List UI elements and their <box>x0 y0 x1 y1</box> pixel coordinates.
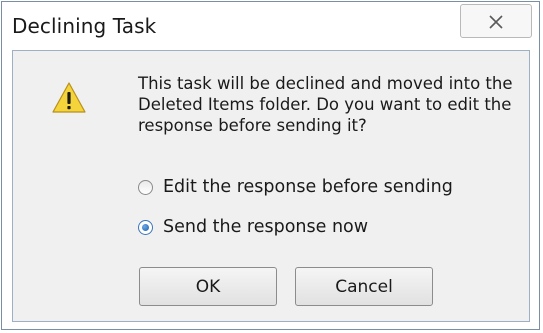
dialog-content: This task will be declined and moved int… <box>12 50 530 322</box>
warning-icon <box>52 82 86 113</box>
close-icon <box>489 15 503 29</box>
radio-send-now[interactable] <box>138 219 153 235</box>
cancel-button[interactable]: Cancel <box>295 267 433 306</box>
close-button[interactable] <box>460 4 532 38</box>
dialog-message: This task will be declined and moved int… <box>138 74 513 135</box>
title-bar[interactable]: Declining Task <box>2 2 539 50</box>
option-send-now-label[interactable]: Send the response now <box>163 217 368 237</box>
dialog-window: Declining Task This task will be decline… <box>1 1 540 330</box>
ok-button[interactable]: OK <box>139 267 277 306</box>
option-edit-response-label[interactable]: Edit the response before sending <box>163 177 453 197</box>
option-edit-response[interactable]: Edit the response before sending <box>138 175 453 199</box>
radio-edit-response[interactable] <box>138 179 153 195</box>
option-send-now[interactable]: Send the response now <box>138 215 368 239</box>
window-title: Declining Task <box>12 14 157 38</box>
